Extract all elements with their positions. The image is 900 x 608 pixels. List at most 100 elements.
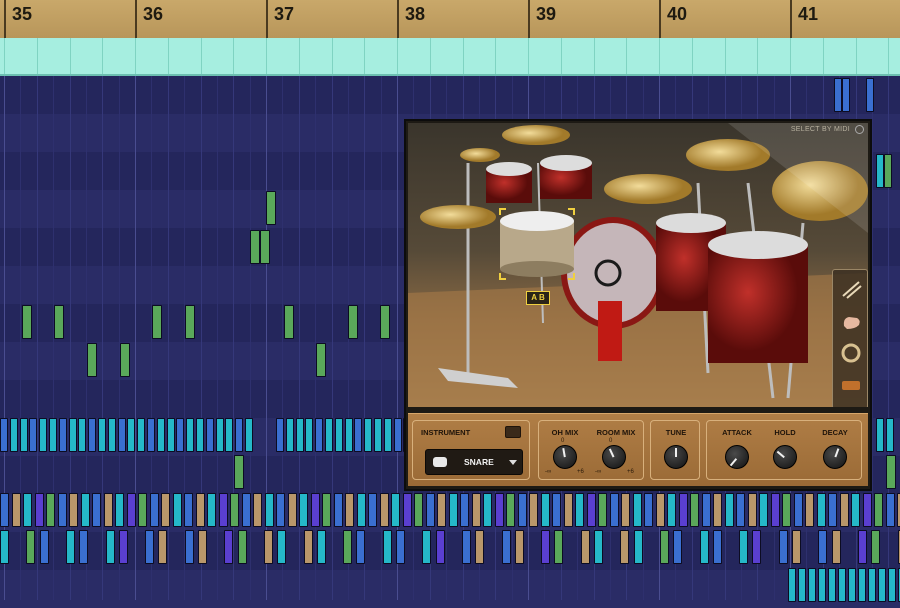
midi-note[interactable] [206, 418, 214, 452]
midi-note[interactable] [219, 493, 228, 527]
midi-note[interactable] [403, 493, 412, 527]
midi-note[interactable] [157, 418, 165, 452]
midi-note[interactable] [176, 418, 184, 452]
midi-note[interactable] [858, 568, 866, 602]
midi-note[interactable] [127, 493, 136, 527]
midi-note[interactable] [39, 418, 47, 452]
midi-note[interactable] [554, 530, 563, 564]
midi-note[interactable] [286, 418, 294, 452]
midi-note[interactable] [848, 568, 856, 602]
midi-note[interactable] [690, 493, 699, 527]
midi-note[interactable] [621, 493, 630, 527]
midi-note[interactable] [506, 493, 515, 527]
midi-note[interactable] [495, 493, 504, 527]
midi-note[interactable] [832, 530, 841, 564]
bar-marker[interactable]: 40 [659, 0, 687, 38]
midi-note[interactable] [23, 493, 32, 527]
midi-note[interactable] [22, 305, 32, 339]
midi-note[interactable] [876, 154, 884, 188]
midi-note[interactable] [782, 493, 791, 527]
midi-note[interactable] [851, 493, 860, 527]
midi-note[interactable] [49, 418, 57, 452]
midi-note[interactable] [620, 530, 629, 564]
midi-note[interactable] [276, 493, 285, 527]
midi-note[interactable] [876, 418, 884, 452]
midi-note[interactable] [348, 305, 358, 339]
midi-note[interactable] [198, 530, 207, 564]
midi-note[interactable] [779, 530, 788, 564]
midi-note[interactable] [305, 418, 313, 452]
midi-note[interactable] [296, 418, 304, 452]
midi-note[interactable] [502, 530, 511, 564]
midi-note[interactable] [610, 493, 619, 527]
midi-note[interactable] [304, 530, 313, 564]
midi-note[interactable] [863, 493, 872, 527]
midi-note[interactable] [354, 418, 362, 452]
monitor-icon[interactable] [505, 426, 521, 438]
midi-note[interactable] [317, 530, 326, 564]
midi-note[interactable] [713, 530, 722, 564]
midi-note[interactable] [334, 493, 343, 527]
midi-note[interactable] [79, 530, 88, 564]
midi-note[interactable] [798, 568, 806, 602]
midi-note[interactable] [264, 530, 273, 564]
midi-note[interactable] [58, 493, 67, 527]
midi-icon[interactable] [855, 125, 864, 134]
midi-note[interactable] [817, 493, 826, 527]
midi-note[interactable] [564, 493, 573, 527]
midi-note[interactable] [185, 530, 194, 564]
midi-note[interactable] [127, 418, 135, 452]
midi-note[interactable] [322, 493, 331, 527]
midi-note[interactable] [888, 568, 896, 602]
midi-note[interactable] [771, 493, 780, 527]
bar-marker[interactable]: 37 [266, 0, 294, 38]
midi-note[interactable] [594, 530, 603, 564]
midi-note[interactable] [437, 493, 446, 527]
midi-note[interactable] [518, 493, 527, 527]
midi-note[interactable] [335, 418, 343, 452]
midi-note[interactable] [288, 493, 297, 527]
midi-note[interactable] [69, 493, 78, 527]
midi-note[interactable] [224, 530, 233, 564]
select-by-midi-label[interactable]: SELECT BY MIDI [791, 126, 850, 133]
midi-note[interactable] [12, 493, 21, 527]
midi-note[interactable] [422, 530, 431, 564]
midi-note[interactable] [343, 530, 352, 564]
tambourine-icon[interactable] [839, 342, 863, 364]
midi-note[interactable] [284, 305, 294, 339]
room-mix-knob[interactable] [602, 445, 626, 469]
midi-note[interactable] [104, 493, 113, 527]
midi-note[interactable] [374, 418, 382, 452]
midi-note[interactable] [858, 530, 867, 564]
hand-icon[interactable] [839, 310, 863, 332]
midi-note[interactable] [98, 418, 106, 452]
midi-note[interactable] [234, 455, 244, 489]
midi-note[interactable] [380, 493, 389, 527]
midi-note[interactable] [713, 493, 722, 527]
midi-note[interactable] [515, 530, 524, 564]
midi-note[interactable] [230, 493, 239, 527]
midi-note[interactable] [702, 493, 711, 527]
midi-note[interactable] [581, 530, 590, 564]
midi-note[interactable] [276, 418, 284, 452]
midi-note[interactable] [886, 418, 894, 452]
midi-note[interactable] [598, 493, 607, 527]
midi-note[interactable] [792, 530, 801, 564]
midi-note[interactable] [35, 493, 44, 527]
midi-note[interactable] [460, 493, 469, 527]
midi-note[interactable] [315, 418, 323, 452]
midi-note[interactable] [54, 305, 64, 339]
midi-note[interactable] [414, 493, 423, 527]
midi-note[interactable] [660, 530, 669, 564]
midi-note[interactable] [207, 493, 216, 527]
midi-note[interactable] [364, 418, 372, 452]
midi-note[interactable] [866, 78, 874, 112]
midi-note[interactable] [449, 493, 458, 527]
midi-note[interactable] [69, 418, 77, 452]
midi-note[interactable] [818, 530, 827, 564]
midi-note[interactable] [196, 493, 205, 527]
midi-note[interactable] [10, 418, 18, 452]
midi-note[interactable] [667, 493, 676, 527]
midi-note[interactable] [81, 493, 90, 527]
midi-note[interactable] [196, 418, 204, 452]
